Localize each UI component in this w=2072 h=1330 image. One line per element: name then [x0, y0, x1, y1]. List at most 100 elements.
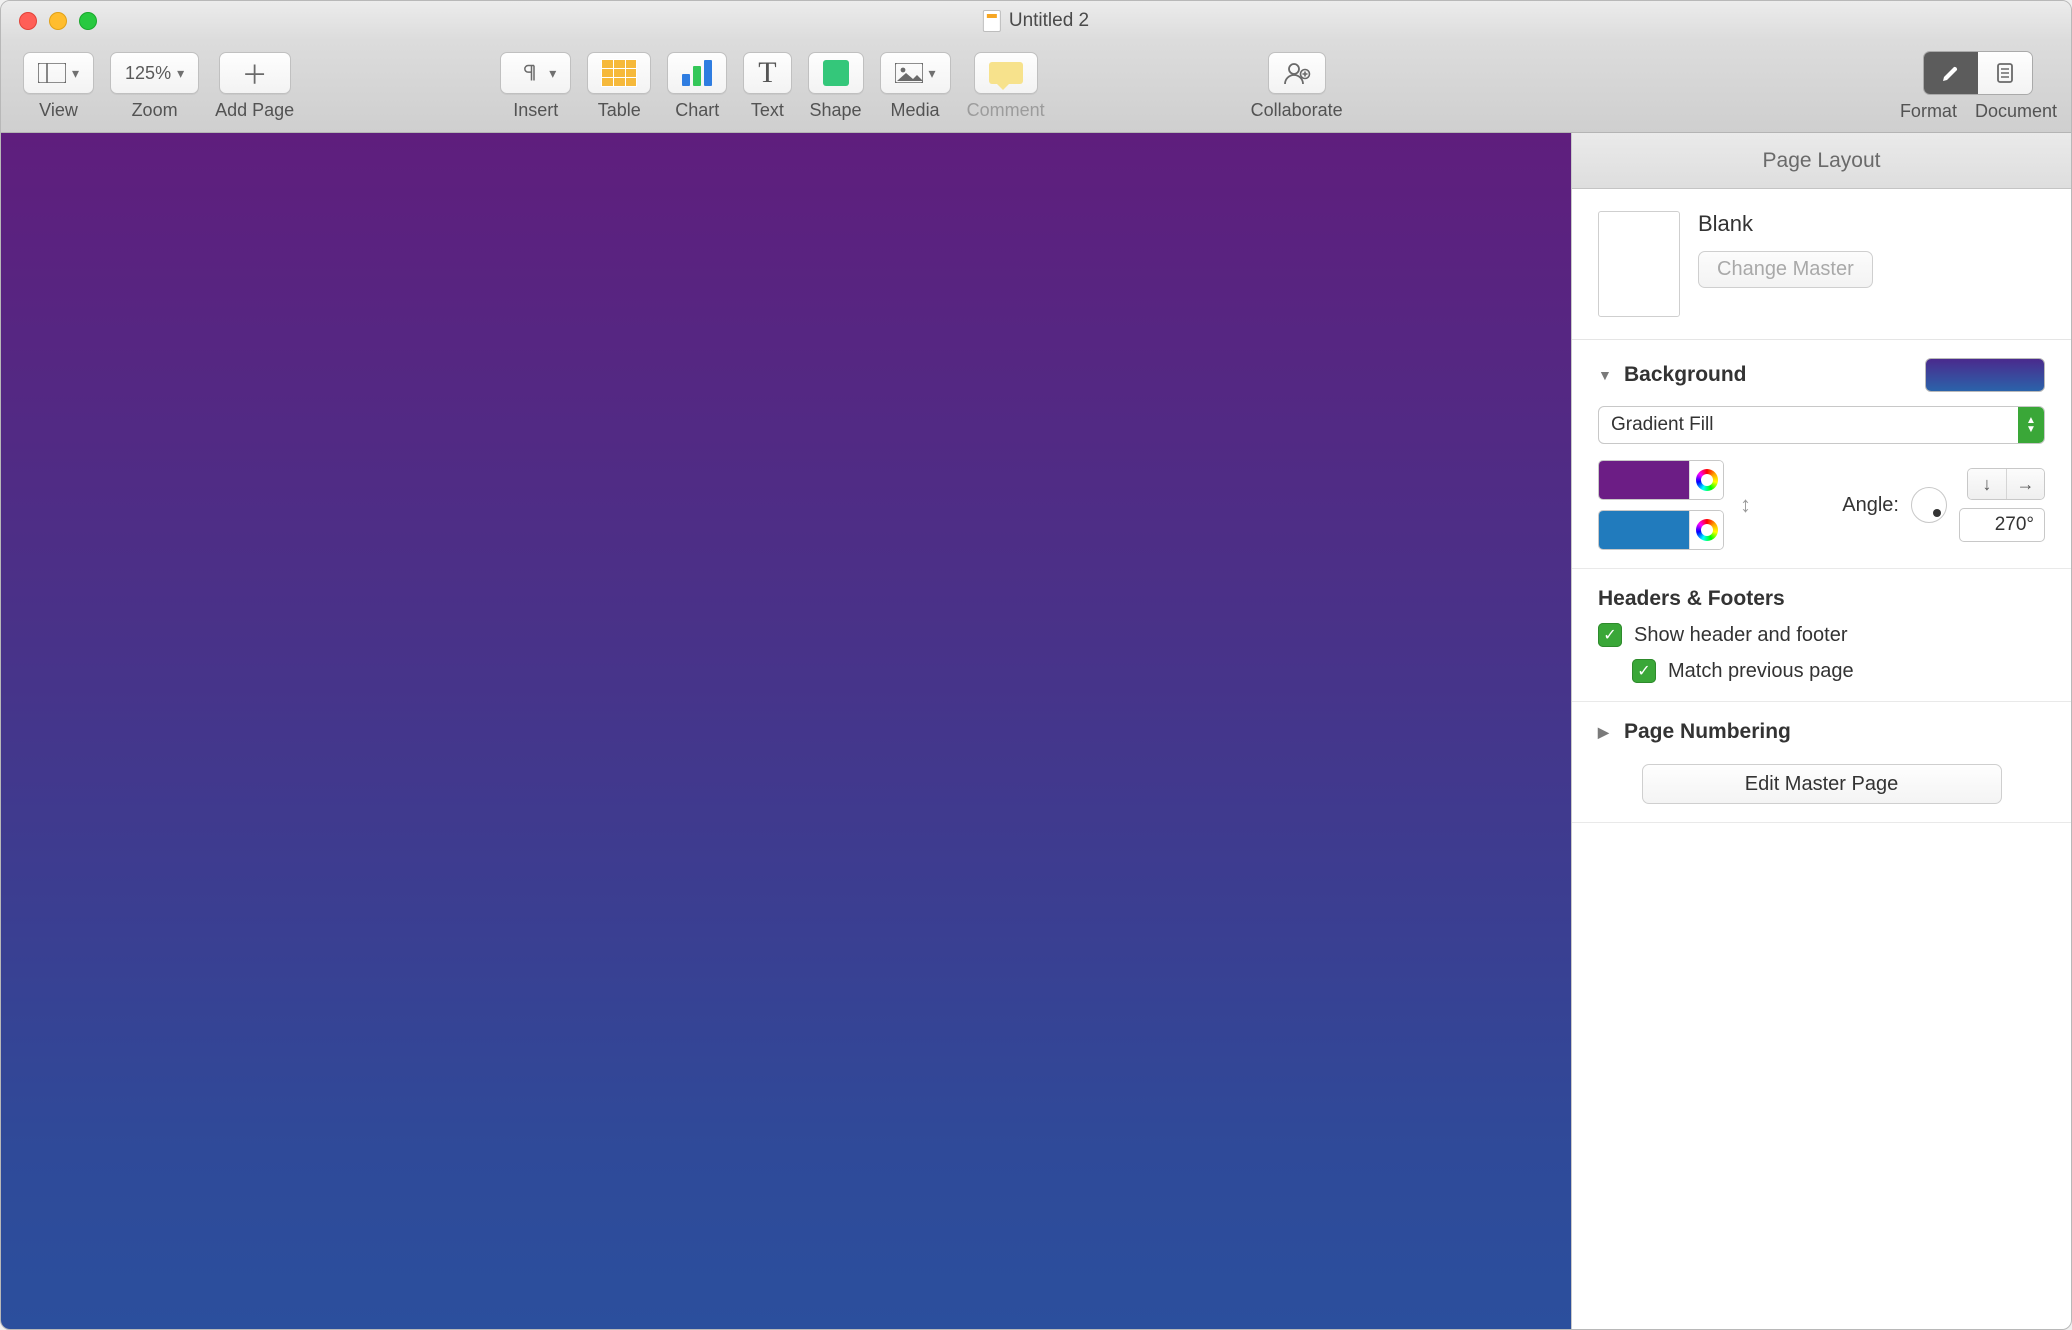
- inspector-panel: Page Layout Blank Change Master ▼ Backgr…: [1571, 133, 2071, 1329]
- text-button[interactable]: T: [743, 52, 791, 94]
- change-master-label: Change Master: [1717, 258, 1854, 280]
- collaborate-button[interactable]: [1268, 52, 1326, 94]
- color-wheel-icon: [1696, 469, 1718, 491]
- media-icon: [895, 63, 923, 83]
- shape-button[interactable]: [808, 52, 864, 94]
- gradient-color-2-swatch: [1599, 511, 1689, 549]
- gradient-direction-down-button[interactable]: ↓: [1968, 469, 2006, 499]
- close-window-button[interactable]: [19, 12, 37, 30]
- match-previous-page-label: Match previous page: [1668, 660, 1854, 683]
- brush-icon: [1939, 61, 1963, 85]
- fullscreen-window-button[interactable]: [79, 12, 97, 30]
- window-controls: [19, 12, 97, 30]
- document-title[interactable]: Untitled 2: [983, 10, 1089, 32]
- document-icon: [1993, 61, 2017, 85]
- edit-master-page-label: Edit Master Page: [1745, 773, 1898, 795]
- chevron-down-icon: ▾: [929, 65, 936, 82]
- zoom-value: 125%: [125, 63, 171, 84]
- plus-icon: ＋: [242, 55, 268, 92]
- master-thumbnail[interactable]: [1598, 211, 1680, 317]
- arrow-right-icon: →: [2017, 474, 2035, 495]
- angle-value: 270°: [1995, 514, 2034, 536]
- master-name: Blank: [1698, 211, 1873, 237]
- inspector-title: Page Layout: [1763, 149, 1881, 173]
- background-preview-swatch[interactable]: [1925, 358, 2045, 392]
- format-label: Format: [1900, 101, 1957, 122]
- headers-footers-section: Headers & Footers ✓ Show header and foot…: [1572, 569, 2071, 702]
- view-button[interactable]: ▾: [23, 52, 94, 94]
- document-tab[interactable]: [1978, 52, 2032, 94]
- disclosure-right-icon: ▶: [1598, 724, 1614, 741]
- edit-master-page-button[interactable]: Edit Master Page: [1642, 764, 2002, 804]
- minimize-window-button[interactable]: [49, 12, 67, 30]
- show-header-footer-row[interactable]: ✓ Show header and footer: [1598, 623, 2045, 647]
- page-numbering-label: Page Numbering: [1624, 720, 1791, 744]
- match-previous-page-row[interactable]: ✓ Match previous page: [1632, 659, 2045, 683]
- add-page-group: ＋ Add Page: [215, 52, 294, 121]
- inspector-segmented-control: [1923, 51, 2033, 95]
- insert-label: Insert: [513, 100, 558, 121]
- app-window: Untitled 2 ▾ View 125% ▾ Zoom ＋: [0, 0, 2072, 1330]
- change-master-button[interactable]: Change Master: [1698, 251, 1873, 288]
- match-previous-page-checkbox[interactable]: ✓: [1632, 659, 1656, 683]
- collaborate-icon: [1283, 61, 1311, 85]
- document-title-text: Untitled 2: [1009, 10, 1089, 32]
- chart-label: Chart: [675, 100, 719, 121]
- show-header-footer-checkbox[interactable]: ✓: [1598, 623, 1622, 647]
- chart-group: Chart: [667, 52, 727, 121]
- color-picker-button[interactable]: [1689, 461, 1723, 499]
- angle-knob[interactable]: [1911, 487, 1947, 523]
- gradient-color-1-swatch: [1599, 461, 1689, 499]
- shape-group: Shape: [808, 52, 864, 121]
- background-label: Background: [1624, 363, 1747, 387]
- comment-button[interactable]: [974, 52, 1038, 94]
- chevron-down-icon: ▾: [549, 65, 556, 82]
- headers-footers-label: Headers & Footers: [1598, 587, 1785, 611]
- chart-icon: [682, 60, 712, 86]
- view-group: ▾ View: [23, 52, 94, 121]
- angle-input[interactable]: 270°: [1959, 508, 2045, 542]
- view-icon: [38, 63, 66, 83]
- gradient-color-2-well[interactable]: [1598, 510, 1724, 550]
- add-page-button[interactable]: ＋: [219, 52, 291, 94]
- arrow-down-icon: ↓: [1983, 474, 1992, 495]
- fill-type-value: Gradient Fill: [1599, 407, 2018, 443]
- document-label: Document: [1975, 101, 2057, 122]
- page-numbering-header[interactable]: ▶ Page Numbering: [1598, 720, 2045, 744]
- gradient-color-1-well[interactable]: [1598, 460, 1724, 500]
- table-icon: [602, 60, 636, 86]
- insert-button[interactable]: ▾: [500, 52, 571, 94]
- zoom-group: 125% ▾ Zoom: [110, 52, 199, 121]
- color-picker-button[interactable]: [1689, 511, 1723, 549]
- background-section: ▼ Background Gradient Fill ▲▼: [1572, 340, 2071, 569]
- swap-colors-button[interactable]: ↕: [1740, 492, 1751, 518]
- chevron-down-icon: ▾: [177, 65, 184, 82]
- comment-label: Comment: [967, 100, 1045, 121]
- fill-type-select[interactable]: Gradient Fill ▲▼: [1598, 406, 2045, 444]
- inspector-tab-page-layout[interactable]: Page Layout: [1572, 133, 2071, 189]
- table-button[interactable]: [587, 52, 651, 94]
- comment-icon: [989, 62, 1023, 84]
- zoom-button[interactable]: 125% ▾: [110, 52, 199, 94]
- shape-label: Shape: [810, 100, 862, 121]
- table-group: Table: [587, 52, 651, 121]
- disclosure-down-icon: ▼: [1598, 367, 1614, 383]
- chevron-down-icon: ▾: [72, 65, 79, 82]
- text-group: T Text: [743, 52, 791, 121]
- document-icon: [983, 10, 1001, 32]
- shape-icon: [823, 60, 849, 86]
- document-canvas[interactable]: [1, 133, 1571, 1329]
- color-wheel-icon: [1696, 519, 1718, 541]
- background-header[interactable]: ▼ Background: [1598, 358, 2045, 392]
- chart-button[interactable]: [667, 52, 727, 94]
- titlebar: Untitled 2: [1, 1, 2071, 41]
- format-tab[interactable]: [1924, 52, 1978, 94]
- table-label: Table: [598, 100, 641, 121]
- zoom-label: Zoom: [132, 100, 178, 121]
- comment-group: Comment: [967, 52, 1045, 121]
- media-label: Media: [891, 100, 940, 121]
- media-button[interactable]: ▾: [880, 52, 951, 94]
- angle-label: Angle:: [1842, 494, 1899, 517]
- view-label: View: [39, 100, 78, 121]
- gradient-direction-right-button[interactable]: →: [2006, 469, 2044, 499]
